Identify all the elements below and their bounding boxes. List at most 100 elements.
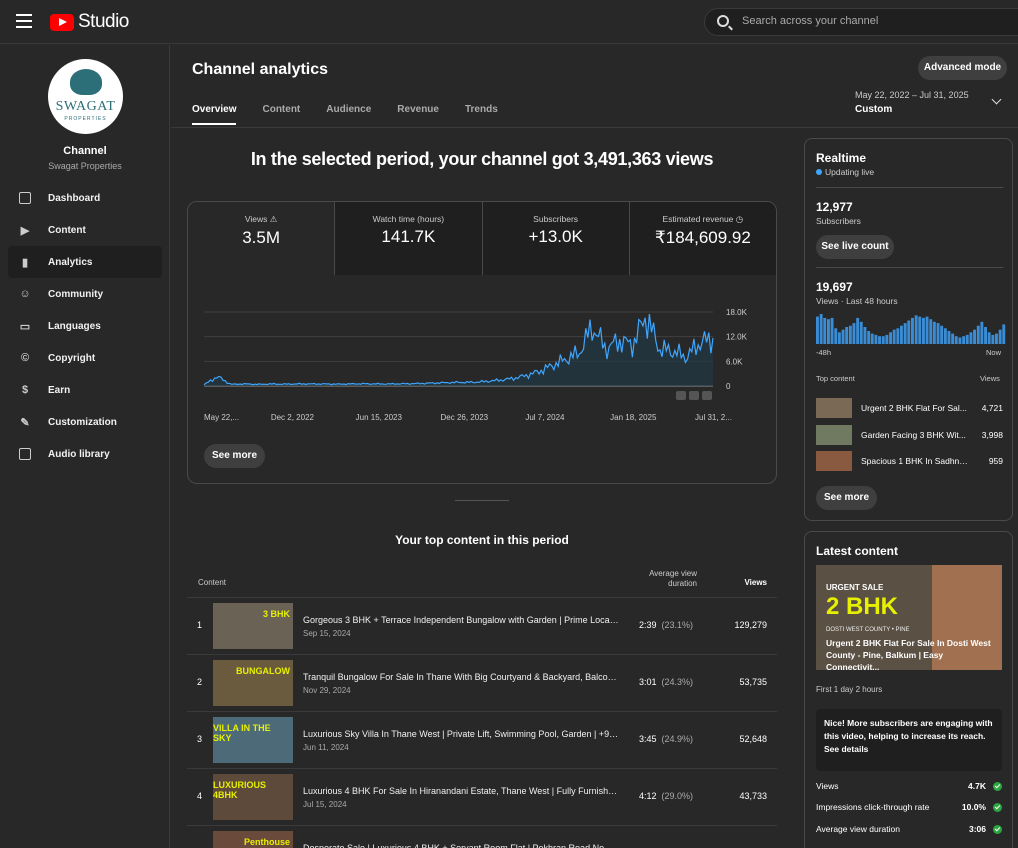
realtime-bar: [976, 325, 980, 344]
studio-logo[interactable]: Studio: [50, 11, 129, 33]
x-tick-label: Dec 26, 2023: [441, 413, 489, 422]
channel-avatar[interactable]: SWAGAT PROPERTIES: [48, 59, 123, 134]
realtime-bar: [929, 319, 933, 344]
realtime-bar: [951, 333, 955, 344]
logo-text: Studio: [78, 11, 129, 32]
realtime-bar: [874, 334, 878, 344]
video-title[interactable]: Gorgeous 3 BHK + Terrace Independent Bun…: [303, 615, 621, 625]
table-row[interactable]: 2 BUNGALOW Tranquil Bungalow For Sale In T…: [187, 654, 777, 711]
video-thumbnail: [816, 451, 852, 471]
see-details-link[interactable]: See details: [824, 743, 994, 756]
channel-title: Channel: [63, 145, 107, 157]
tab-trends[interactable]: Trends: [465, 104, 498, 125]
realtime-top-item[interactable]: Garden Facing 3 BHK Wit... 3,998: [816, 425, 1003, 445]
realtime-top-item[interactable]: Spacious 1 BHK In Sadhna ... 959: [816, 451, 1003, 471]
realtime-bar: [889, 332, 892, 344]
metric-views[interactable]: Views ⚠ 3.5M: [188, 202, 336, 275]
advanced-mode-button[interactable]: Advanced mode: [918, 56, 1007, 80]
latest-video-thumbnail[interactable]: URGENT SALE 2 BHK DOSTI WEST COUNTY • PI…: [816, 565, 1002, 670]
realtime-top-item[interactable]: Urgent 2 BHK Flat For Sal... 4,721: [816, 398, 1003, 418]
rank: 1: [197, 620, 203, 630]
realtime-see-more-button[interactable]: See more: [816, 486, 877, 510]
realtime-bar: [1002, 324, 1006, 344]
sidebar-item-content[interactable]: ▶ Content: [8, 214, 162, 246]
table-row[interactable]: Penthouse Desperate Sale | Luxurious 4 BH…: [187, 825, 777, 848]
main-content: Channel analytics Advanced mode Overview…: [171, 45, 1018, 848]
realtime-bar: [973, 329, 976, 344]
video-title[interactable]: Desperate Sale | Luxurious 4 BHK + Serva…: [303, 843, 621, 848]
x-tick-label: Jun 15, 2023: [356, 413, 403, 422]
tab-audience[interactable]: Audience: [326, 104, 371, 125]
sidebar-item-customization[interactable]: ✎ Customization: [8, 406, 162, 438]
sidebar-item-dashboard[interactable]: Dashboard: [8, 182, 162, 214]
thumb-tag: URGENT SALE: [826, 583, 884, 592]
date-range-text: May 22, 2022 – Jul 31, 2025: [855, 90, 969, 100]
video-title[interactable]: Luxurious Sky Villa In Thane West | Priv…: [303, 729, 621, 739]
video-thumbnail[interactable]: VILLA IN THE SKY: [213, 717, 293, 763]
search-bar[interactable]: [704, 8, 1018, 36]
menu-icon[interactable]: [16, 14, 32, 28]
analytics-tabs: Overview Content Audience Revenue Trends: [192, 104, 498, 125]
table-row[interactable]: 1 3 BHK Gorgeous 3 BHK + Terrace Independe…: [187, 597, 777, 654]
sidebar-item-community[interactable]: ☺ Community: [8, 278, 162, 310]
avg-pct: (24.3%): [661, 677, 693, 687]
realtime-bar: [870, 333, 874, 344]
video-thumbnail[interactable]: 3 BHK: [213, 603, 293, 649]
latest-stat-avg-duration: Average view duration 3:06: [816, 824, 1002, 838]
top-content-table: 1 3 BHK Gorgeous 3 BHK + Terrace Independe…: [187, 597, 777, 848]
realtime-bar: [980, 321, 984, 344]
col-avg-duration-header[interactable]: Average view duration: [637, 569, 697, 589]
avg-time: 3:45: [638, 734, 657, 744]
metric-value: +13.0K: [528, 227, 583, 246]
y-tick-label: 6.0K: [726, 357, 743, 366]
search-input[interactable]: [742, 15, 1002, 27]
date-range-selector[interactable]: May 22, 2022 – Jul 31, 2025 Custom: [855, 90, 969, 115]
video-title[interactable]: Tranquil Bungalow For Sale In Thane With…: [303, 672, 621, 682]
see-live-count-button[interactable]: See live count: [816, 235, 894, 259]
sidebar-item-earn[interactable]: $ Earn: [8, 374, 162, 406]
overview-card: Views ⚠ 3.5M Watch time (hours) 141.7K S…: [187, 201, 777, 484]
video-date: Nov 29, 2024: [303, 686, 351, 695]
tab-overview[interactable]: Overview: [192, 104, 237, 125]
video-thumbnail[interactable]: Penthouse: [213, 831, 293, 848]
realtime-bar: [954, 336, 958, 344]
realtime-bar: [845, 327, 849, 344]
search-icon[interactable]: [717, 15, 729, 27]
video-thumbnail[interactable]: LUXURIOUS 4BHK: [213, 774, 293, 820]
video-views: 53,735: [739, 677, 767, 687]
channel-name: Swagat Properties: [48, 161, 122, 171]
video-thumbnail: [816, 425, 852, 445]
video-thumbnail[interactable]: BUNGALOW: [213, 660, 293, 706]
video-views: 4,721: [981, 403, 1003, 413]
sidebar-item-languages[interactable]: ▭ Languages: [8, 310, 162, 342]
metric-value: ₹184,609.92: [654, 228, 751, 247]
realtime-views-label: Views · Last 48 hours: [816, 296, 898, 306]
tab-content[interactable]: Content: [262, 104, 300, 125]
tab-revenue[interactable]: Revenue: [397, 104, 439, 125]
video-title[interactable]: Luxurious 4 BHK For Sale In Hiranandani …: [303, 786, 621, 796]
latest-content-card: Latest content URGENT SALE 2 BHK DOSTI W…: [804, 531, 1013, 848]
chevron-down-icon[interactable]: [991, 94, 1002, 105]
realtime-bar: [958, 337, 962, 344]
dashboard-icon: [18, 191, 32, 205]
table-row[interactable]: 4 LUXURIOUS 4BHK Luxurious 4 BHK For Sale …: [187, 768, 777, 825]
metric-watch-time[interactable]: Watch time (hours) 141.7K: [335, 202, 483, 275]
realtime-bar: [819, 314, 823, 344]
check-icon: [993, 803, 1002, 812]
sidebar-item-analytics[interactable]: ▮ Analytics: [8, 246, 162, 278]
sidebar-item-audio-library[interactable]: Audio library: [8, 438, 162, 470]
x-tick-label: Jul 31, 2...: [695, 413, 732, 422]
metric-revenue[interactable]: Estimated revenue ◷ ₹184,609.92: [629, 202, 776, 275]
col-views-header[interactable]: Views: [731, 578, 767, 587]
sidebar-item-label: Community: [48, 288, 103, 300]
table-row[interactable]: 3 VILLA IN THE SKY Luxurious Sky Villa In …: [187, 711, 777, 768]
avg-pct: (24.9%): [661, 734, 693, 744]
metric-subscribers[interactable]: Subscribers +13.0K: [482, 202, 630, 275]
avg-time: 2:39: [638, 620, 657, 630]
avg-view-duration: 3:01 (24.3%): [627, 677, 693, 687]
thumb-text: LUXURIOUS 4BHK: [213, 780, 267, 800]
sidebar-item-copyright[interactable]: © Copyright: [8, 342, 162, 374]
avg-pct: (29.0%): [661, 791, 693, 801]
metric-value: 3.5M: [242, 228, 281, 247]
see-more-button[interactable]: See more: [204, 444, 265, 468]
